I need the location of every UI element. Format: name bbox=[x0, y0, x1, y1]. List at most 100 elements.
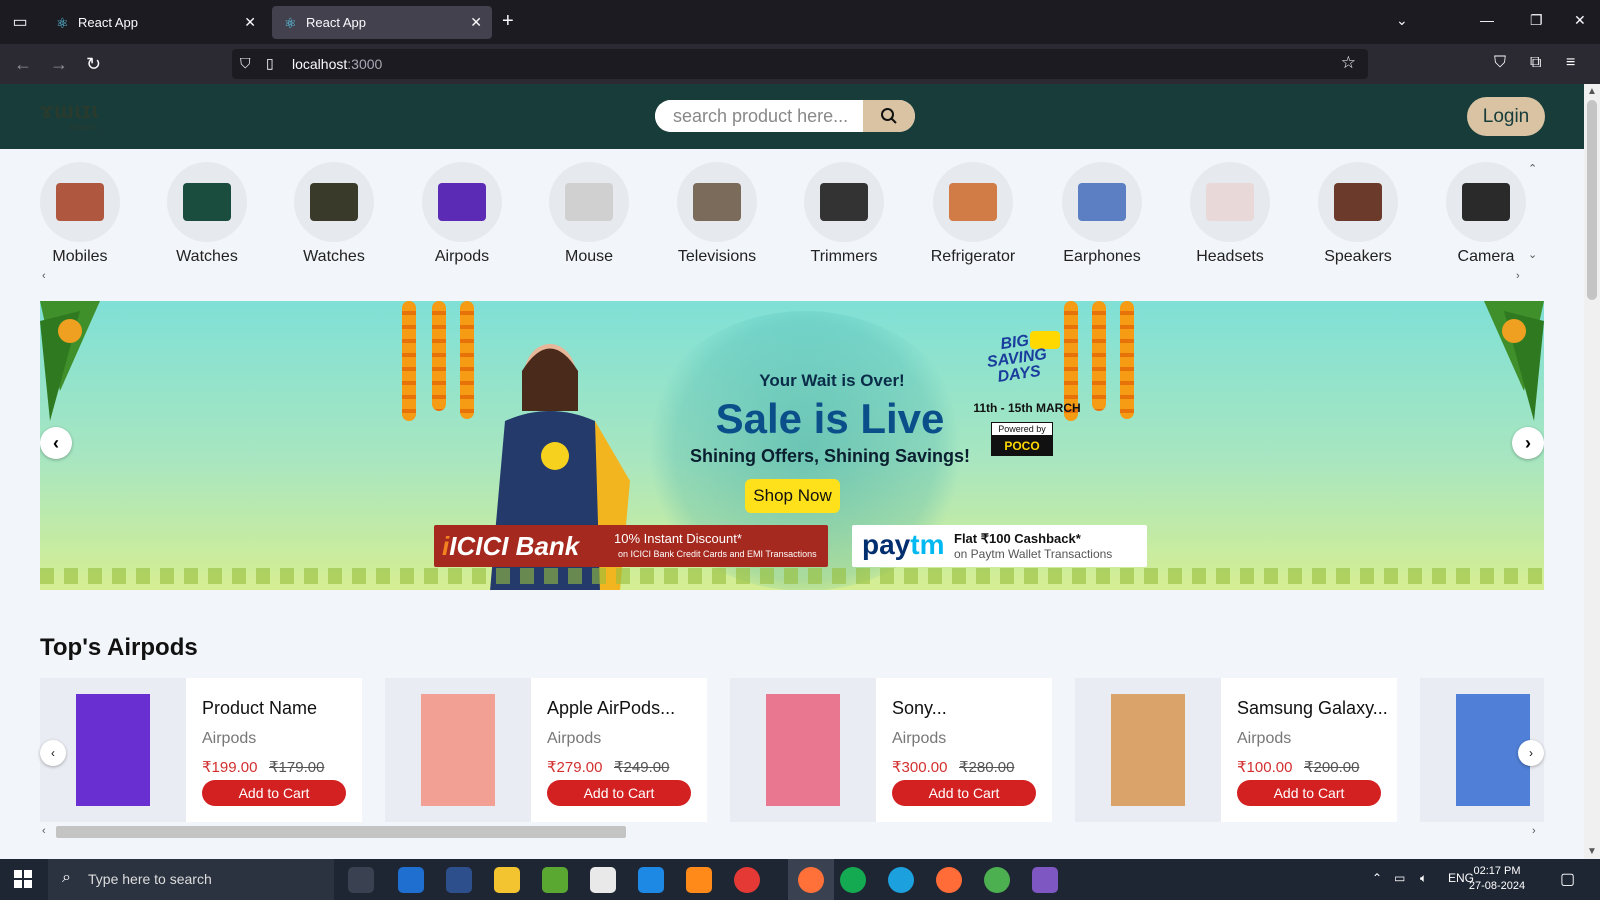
logo[interactable]: ɤɯɩɪɩ bbox=[40, 98, 99, 124]
product-card[interactable]: Samsung Galaxy... Airpods ₹100.00 ₹200.0… bbox=[1075, 678, 1397, 822]
banner-prev-button[interactable]: ‹ bbox=[40, 427, 72, 459]
close-window-icon[interactable]: ✕ bbox=[1574, 12, 1586, 29]
close-tab-icon[interactable]: ✕ bbox=[244, 14, 256, 31]
chrome-profile-icon[interactable] bbox=[984, 867, 1010, 893]
category-item[interactable]: Trimmers bbox=[784, 162, 904, 266]
icici-offer-subtext: on ICICI Bank Credit Cards and EMI Trans… bbox=[618, 549, 817, 559]
promo-banner[interactable]: ‹ › Your Wait is Over! Sale is Live Shin… bbox=[40, 301, 1544, 590]
add-to-cart-button[interactable]: Add to Cart bbox=[892, 780, 1036, 806]
browser-tab-2[interactable]: ⚛ React App ✕ bbox=[272, 6, 492, 39]
chevron-left-icon: ‹ bbox=[53, 432, 59, 453]
browser-nav-bar: ← → ↻ ⛉ ▯ localhost:3000 ☆ ⛉ ⧉ ≡ bbox=[0, 44, 1600, 84]
banner-tagline: Shining Offers, Shining Savings! bbox=[689, 446, 971, 466]
tab-list-icon[interactable]: ▭ bbox=[8, 10, 32, 34]
login-button[interactable]: Login bbox=[1467, 97, 1545, 136]
minimize-icon[interactable]: — bbox=[1480, 12, 1494, 28]
icici-offer-text: 10% Instant Discount* bbox=[614, 531, 742, 546]
reload-icon[interactable]: ↻ bbox=[86, 54, 101, 75]
products-next-button[interactable]: › bbox=[1518, 740, 1544, 766]
category-item[interactable]: Refrigerator bbox=[913, 162, 1033, 266]
firefox-icon[interactable] bbox=[798, 867, 824, 893]
product-image bbox=[76, 694, 150, 806]
bookmark-star-icon[interactable]: ☆ bbox=[1341, 53, 1356, 73]
search-input[interactable] bbox=[655, 100, 863, 132]
category-item[interactable]: Mouse bbox=[529, 162, 649, 266]
restore-icon[interactable]: ❐ bbox=[1530, 12, 1543, 29]
product-card[interactable]: Product Name Airpods ₹199.00 ₹179.00 Add… bbox=[40, 678, 362, 822]
git-tool-icon[interactable] bbox=[1032, 867, 1058, 893]
forward-icon[interactable]: → bbox=[50, 54, 68, 75]
scroll-right-icon[interactable]: › bbox=[1516, 270, 1520, 282]
paytm-offer-text: Flat ₹100 Cashback* bbox=[954, 531, 1081, 546]
mail-icon[interactable] bbox=[398, 867, 424, 893]
product-horizontal-scrollbar[interactable]: ‹ › bbox=[40, 824, 1544, 840]
taskbar-clock[interactable]: 02:17 PM 27-08-2024 bbox=[1466, 864, 1528, 894]
category-list: Mobiles Watches Watches Airpods Mouse Te… bbox=[40, 162, 1540, 272]
products-prev-button[interactable]: ‹ bbox=[40, 740, 66, 766]
product-price: ₹199.00 bbox=[202, 759, 258, 776]
url-bar[interactable]: ⛉ ▯ localhost:3000 ☆ bbox=[232, 49, 1368, 79]
scroll-down-icon[interactable]: ▼ bbox=[1587, 846, 1597, 857]
category-item[interactable]: Headsets bbox=[1170, 162, 1290, 266]
microsoft-store-icon[interactable] bbox=[590, 867, 616, 893]
pocket-icon[interactable]: ⛉ bbox=[1494, 54, 1506, 72]
product-price: ₹279.00 bbox=[547, 759, 603, 776]
vscode-icon[interactable] bbox=[638, 867, 664, 893]
add-to-cart-button[interactable]: Add to Cart bbox=[547, 780, 691, 806]
mongodb-compass-icon[interactable] bbox=[840, 867, 866, 893]
show-hidden-icons-icon[interactable]: ⌃ bbox=[1372, 871, 1382, 885]
page-scrollbar[interactable]: ▲ ▼ bbox=[1584, 84, 1600, 859]
scroll-left-icon[interactable]: ‹ bbox=[42, 825, 46, 837]
task-view-icon[interactable] bbox=[348, 867, 374, 893]
notifications-icon[interactable]: ▢ bbox=[1560, 869, 1575, 889]
category-vertical-scrollbar[interactable]: ⌃ ⌄ bbox=[1527, 162, 1539, 262]
chevron-left-icon: ‹ bbox=[51, 746, 55, 760]
back-icon[interactable]: ← bbox=[14, 54, 32, 75]
browser-tab-1[interactable]: ⚛ React App ✕ bbox=[44, 6, 266, 39]
banner-next-button[interactable]: › bbox=[1512, 427, 1544, 459]
sublime-text-icon[interactable] bbox=[686, 867, 712, 893]
product-old-price: ₹280.00 bbox=[959, 759, 1015, 776]
category-item[interactable]: Mobiles bbox=[20, 162, 140, 266]
page-scroll-thumb[interactable] bbox=[1587, 100, 1597, 300]
scroll-up-icon[interactable]: ▲ bbox=[1587, 86, 1597, 97]
spring-tools-icon[interactable] bbox=[542, 867, 568, 893]
scroll-left-icon[interactable]: ‹ bbox=[42, 270, 46, 282]
add-to-cart-button[interactable]: Add to Cart bbox=[202, 780, 346, 806]
product-info: Sony... Airpods ₹300.00 ₹280.00 Add to C… bbox=[876, 678, 1052, 822]
windows-start-icon[interactable] bbox=[14, 870, 32, 888]
shop-now-button[interactable]: Shop Now bbox=[745, 479, 840, 513]
add-to-cart-button[interactable]: Add to Cart bbox=[1237, 780, 1381, 806]
category-item[interactable]: Airpods bbox=[402, 162, 522, 266]
icici-logo: iICICI Bank bbox=[442, 531, 580, 561]
network-icon[interactable]: ▭ bbox=[1394, 871, 1405, 885]
scroll-right-icon[interactable]: › bbox=[1532, 825, 1536, 837]
product-card[interactable]: Sony... Airpods ₹300.00 ₹280.00 Add to C… bbox=[730, 678, 1052, 822]
taskbar-search[interactable]: ⌕ Type here to search bbox=[48, 859, 334, 900]
category-item[interactable]: Earphones bbox=[1042, 162, 1162, 266]
category-horizontal-scrollbar[interactable]: ‹ › bbox=[40, 270, 1540, 284]
scroll-up-icon[interactable]: ⌃ bbox=[1528, 162, 1537, 175]
postman-icon[interactable] bbox=[936, 867, 962, 893]
product-card[interactable]: Apple AirPods... Airpods ₹279.00 ₹249.00… bbox=[385, 678, 707, 822]
mysql-workbench-icon[interactable] bbox=[446, 867, 472, 893]
product-category: Airpods bbox=[892, 730, 947, 747]
product-scroll-thumb[interactable] bbox=[56, 826, 626, 838]
category-thumbnail bbox=[693, 183, 741, 221]
file-explorer-icon[interactable] bbox=[494, 867, 520, 893]
scroll-down-icon[interactable]: ⌄ bbox=[1528, 248, 1537, 261]
edge-icon[interactable] bbox=[888, 867, 914, 893]
search-icon: ⌕ bbox=[62, 869, 71, 886]
new-tab-icon[interactable]: + bbox=[502, 10, 514, 33]
category-item[interactable]: Watches bbox=[147, 162, 267, 266]
search-button[interactable] bbox=[863, 100, 915, 132]
chrome-icon[interactable] bbox=[734, 867, 760, 893]
volume-muted-icon[interactable]: 🔈︎ bbox=[1420, 871, 1427, 886]
extensions-icon[interactable]: ⧉ bbox=[1530, 54, 1541, 72]
tab-overflow-icon[interactable]: ⌄ bbox=[1396, 12, 1408, 29]
close-tab-icon[interactable]: ✕ bbox=[470, 14, 482, 31]
category-item[interactable]: Televisions bbox=[657, 162, 777, 266]
category-item[interactable]: Watches bbox=[274, 162, 394, 266]
menu-icon[interactable]: ≡ bbox=[1566, 54, 1575, 72]
category-item[interactable]: Speakers bbox=[1298, 162, 1418, 266]
